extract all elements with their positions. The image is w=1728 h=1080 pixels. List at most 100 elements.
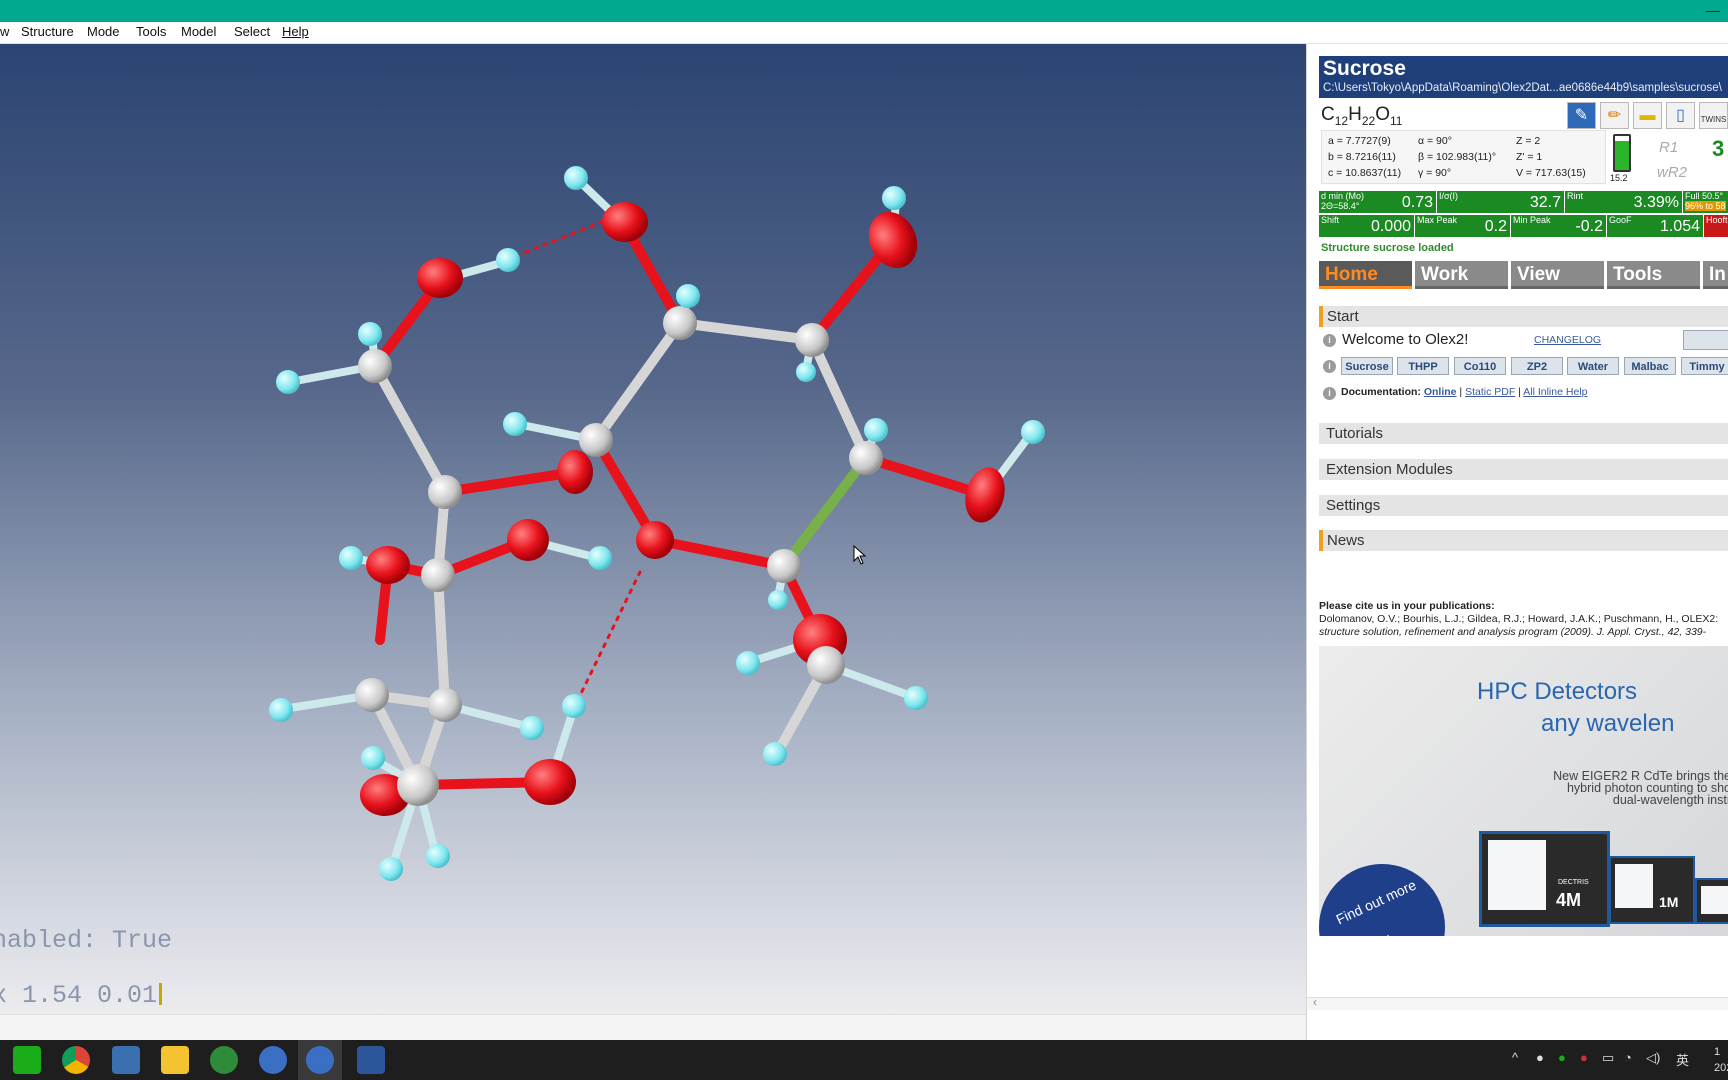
- info-icon[interactable]: i: [1323, 360, 1336, 373]
- stats-row-1: d min (Mo) 2Θ=58.4° 0.73 I/σ(I) 32.7 Rint 3.…: [1319, 191, 1728, 213]
- menu-tools[interactable]: Tools: [136, 24, 166, 39]
- cell-zprime: Z' = 1: [1516, 151, 1543, 163]
- info-icon[interactable]: i: [1323, 387, 1336, 400]
- menu-structure[interactable]: Structure: [21, 24, 74, 39]
- sample-buttons: Sucrose THPP Co110 ZP2 Water Malbac Timm…: [1341, 357, 1728, 375]
- mouse-cursor-icon: [853, 545, 867, 565]
- ad-headline-2: any wavelen: [1541, 710, 1675, 737]
- cell-a: a = 7.7727(9): [1328, 135, 1391, 147]
- volume-icon[interactable]: ◁): [1646, 1050, 1660, 1066]
- battery-icon: [1613, 134, 1631, 172]
- word-icon[interactable]: [357, 1046, 385, 1074]
- control-panel: Sucrose C:\Users\Tokyo\AppData\Roaming\O…: [1306, 44, 1728, 1040]
- pencil-blue-icon[interactable]: ✎: [1567, 102, 1596, 129]
- cell-beta: β = 102.983(11)°: [1418, 151, 1497, 163]
- advertisement-banner[interactable]: HPC Detectors any wavelen New EIGER2 R C…: [1319, 646, 1728, 936]
- battery-value: 15.2: [1610, 173, 1628, 183]
- microphone-icon[interactable]: ●: [1536, 1050, 1544, 1065]
- calculator-icon[interactable]: [112, 1046, 140, 1074]
- info-icon[interactable]: i: [1323, 334, 1336, 347]
- structure-path: C:\Users\Tokyo\AppData\Roaming\Olex2Dat.…: [1323, 82, 1722, 94]
- changelog-button[interactable]: [1683, 330, 1728, 350]
- detector-1m-image: 1M: [1609, 856, 1695, 924]
- unit-cell-table: a = 7.7727(9) b = 8.7216(11) c = 10.8637…: [1321, 130, 1606, 184]
- doc-inline-link[interactable]: All Inline Help: [1523, 386, 1587, 398]
- ad-body: New EIGER2 R CdTe brings the hybrid photo…: [1553, 769, 1728, 807]
- title-strip: —: [0, 0, 1728, 22]
- cell-c: c = 10.8637(11): [1328, 167, 1402, 179]
- olex2-active-icon[interactable]: [306, 1046, 334, 1074]
- sample-thpp-button[interactable]: THPP: [1397, 357, 1449, 375]
- tab-home[interactable]: Home: [1319, 261, 1412, 289]
- taskbar: ^ ● ● ● ▭ ◔ ◁) 英 1202: [0, 1040, 1728, 1080]
- sample-co110-button[interactable]: Co110: [1454, 357, 1506, 375]
- chemical-formula: C12H22O11: [1321, 104, 1403, 128]
- console-input[interactable]: x 1.54 0.01: [0, 981, 163, 1010]
- cell-gamma: γ = 90°: [1418, 167, 1452, 179]
- molecule-model[interactable]: [0, 44, 1306, 1014]
- structure-title: Sucrose: [1323, 57, 1406, 80]
- wechat-icon[interactable]: [13, 1046, 41, 1074]
- wifi-icon[interactable]: ◔: [1624, 1050, 1632, 1065]
- wr2-label: wR2: [1657, 164, 1688, 181]
- olex2-icon[interactable]: [259, 1046, 287, 1074]
- clock[interactable]: 1202: [1714, 1044, 1728, 1076]
- tray-chevron-icon[interactable]: ^: [1512, 1050, 1518, 1065]
- scroll-left-icon[interactable]: ‹: [1313, 995, 1317, 1009]
- pencil-icon[interactable]: ✏: [1600, 102, 1629, 129]
- ime-indicator[interactable]: 英: [1676, 1050, 1689, 1069]
- structure-header: Sucrose C:\Users\Tokyo\AppData\Roaming\O…: [1319, 56, 1728, 98]
- doc-pdf-link[interactable]: Static PDF: [1465, 386, 1515, 398]
- doc-online-link[interactable]: Online: [1424, 386, 1457, 398]
- hand-cursor-icon: ☝: [1375, 934, 1395, 936]
- changelog-link[interactable]: CHANGELOG: [1534, 334, 1601, 346]
- qq-icon[interactable]: ●: [1580, 1050, 1588, 1065]
- status-message: Structure sucrose loaded: [1321, 242, 1454, 254]
- console-output: nabled: True: [0, 926, 173, 955]
- find-out-more-button[interactable]: Find out more ☝: [1319, 864, 1445, 936]
- minimize-icon[interactable]: —: [1706, 2, 1720, 18]
- documentation-row: Documentation: Online | Static PDF | All…: [1341, 386, 1588, 398]
- chrome-icon[interactable]: [62, 1046, 90, 1074]
- sample-sucrose-button[interactable]: Sucrose: [1341, 357, 1393, 375]
- r1-label: R1: [1659, 139, 1679, 156]
- section-extension-modules[interactable]: Extension Modules: [1319, 459, 1728, 480]
- menu-bar: w Structure Mode Tools Model Select Help: [0, 22, 1728, 44]
- sample-water-button[interactable]: Water: [1567, 357, 1619, 375]
- tab-tools[interactable]: Tools: [1607, 261, 1700, 289]
- detector-small-image: [1695, 878, 1728, 924]
- sample-malbac-button[interactable]: Malbac: [1624, 357, 1676, 375]
- twins-icon[interactable]: TWINS: [1699, 102, 1728, 129]
- file-explorer-icon[interactable]: [161, 1046, 189, 1074]
- molecule-viewer[interactable]: nabled: True x 1.54 0.01: [0, 44, 1306, 1014]
- section-settings[interactable]: Settings: [1319, 495, 1728, 516]
- stats-row-2: Shift 0.000 Max Peak 0.2 Min Peak -0.2 GooF…: [1319, 215, 1728, 237]
- ad-headline-1: HPC Detectors: [1477, 678, 1638, 705]
- wechat-tray-icon[interactable]: ●: [1558, 1050, 1566, 1065]
- menu-select[interactable]: Select: [234, 24, 270, 39]
- section-tutorials[interactable]: Tutorials: [1319, 423, 1728, 444]
- r1-value: 3: [1712, 136, 1725, 161]
- detector-4m-image: DECTRIS 4M: [1479, 831, 1610, 927]
- sample-zp2-button[interactable]: ZP2: [1511, 357, 1563, 375]
- welcome-text: Welcome to Olex2!: [1342, 331, 1469, 348]
- notebook-icon[interactable]: ▯: [1666, 102, 1695, 129]
- menu-model[interactable]: Model: [181, 24, 216, 39]
- section-start[interactable]: Start: [1319, 306, 1728, 327]
- menu-mode[interactable]: Mode: [87, 24, 120, 39]
- folder-icon[interactable]: ▬: [1633, 102, 1662, 129]
- menu-help[interactable]: Help: [282, 24, 309, 39]
- sample-timmy-button[interactable]: Timmy: [1681, 357, 1728, 375]
- battery-tray-icon[interactable]: ▭: [1602, 1050, 1614, 1066]
- chemdraw-icon[interactable]: [210, 1046, 238, 1074]
- cell-volume: V = 717.63(15): [1516, 167, 1586, 179]
- menu-view[interactable]: w: [0, 24, 9, 39]
- tab-info[interactable]: In: [1703, 261, 1728, 289]
- cell-z: Z = 2: [1516, 135, 1541, 147]
- panel-scrollbar[interactable]: ‹: [1307, 995, 1728, 1010]
- citation-text: Please cite us in your publications: Dol…: [1319, 600, 1719, 638]
- tab-view[interactable]: View: [1511, 261, 1604, 289]
- cell-b: b = 8.7216(11): [1328, 151, 1396, 163]
- tab-work[interactable]: Work: [1415, 261, 1508, 289]
- section-news[interactable]: News: [1319, 530, 1728, 551]
